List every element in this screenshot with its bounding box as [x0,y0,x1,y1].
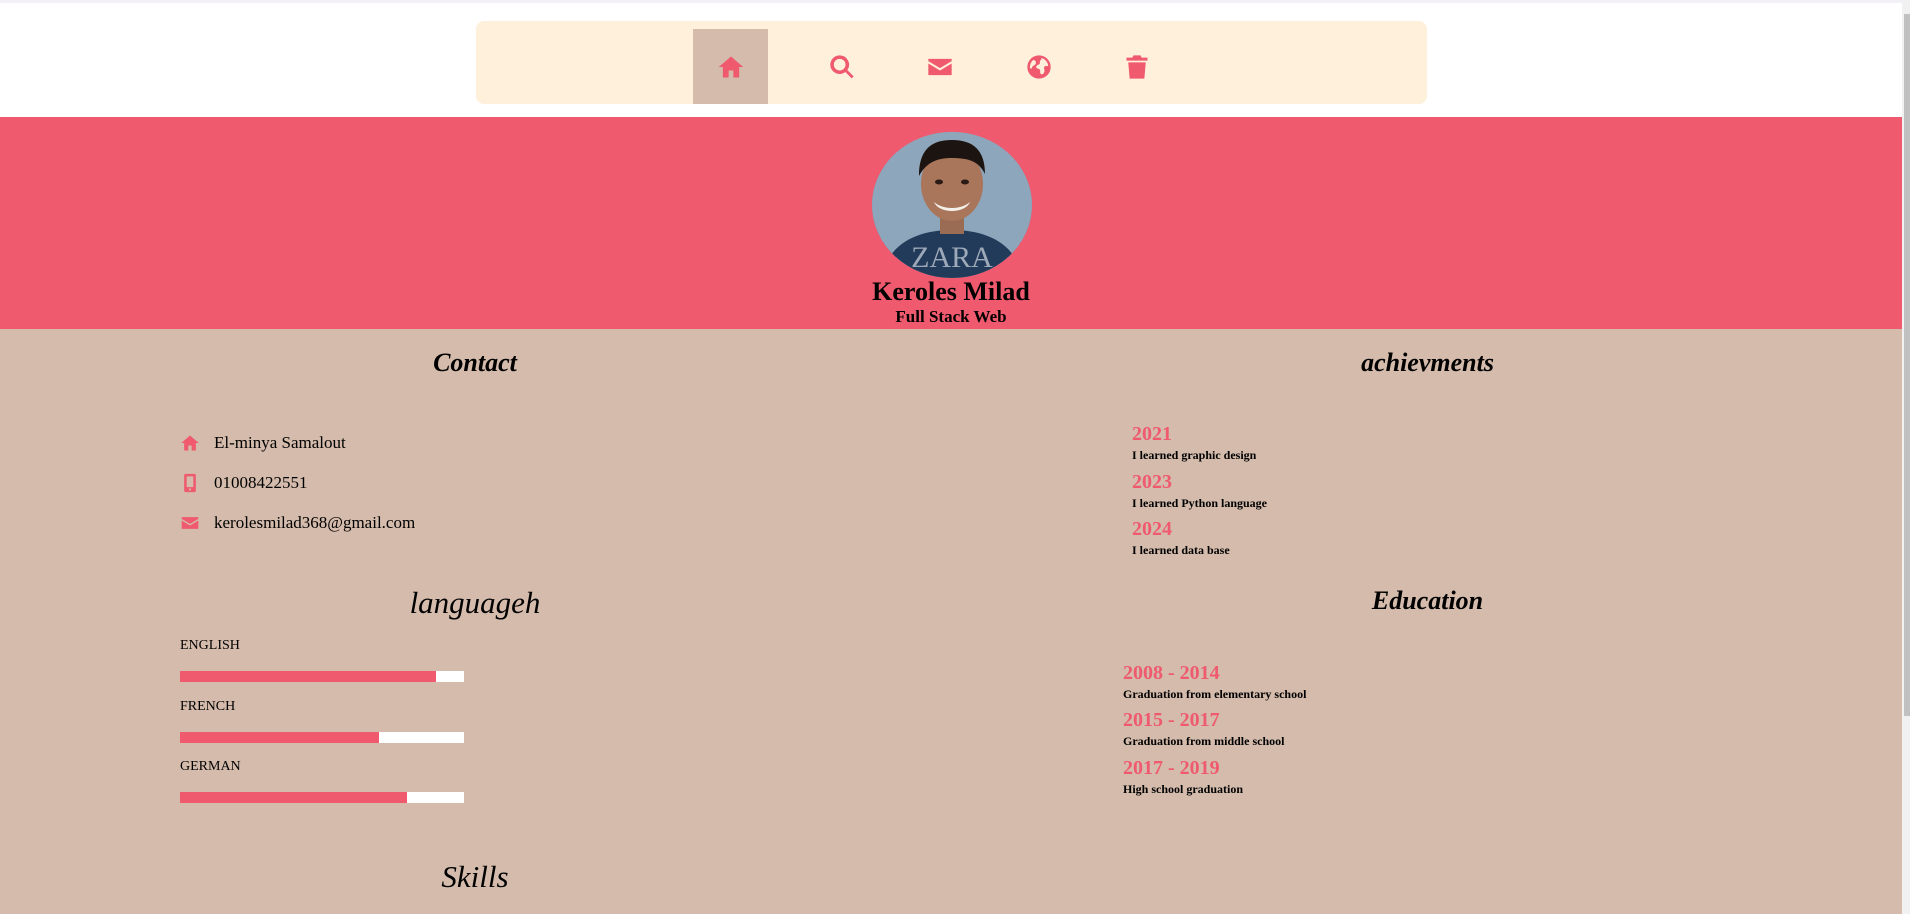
education-years: 2008 - 2014 [1123,662,1220,684]
scrollbar-thumb[interactable] [1904,14,1910,716]
nav-home[interactable] [693,29,768,104]
language-bar-fill [180,732,379,743]
achievements-heading: achievments [1361,348,1494,377]
achievement-year: 2024 [1132,518,1172,540]
profile-role: Full Stack Web [895,307,1007,326]
avatar: ZARA [872,132,1032,278]
envelope-icon [927,58,952,75]
nav-search[interactable] [804,29,879,104]
education-text: High school graduation [1123,782,1244,796]
language-label-english: ENGLISH [180,638,240,653]
profile-name: Keroles Milad [872,277,1030,306]
profile-header: ZARA Keroles Milad Full Stack Web [0,117,1902,329]
nav-trash[interactable] [1099,29,1174,104]
search-icon [829,54,854,78]
language-label-french: FRENCH [180,699,236,714]
education-text: Graduation from elementary school [1123,687,1307,701]
languages-heading: languageh [409,585,541,620]
language-bar-english [180,671,464,682]
email-text: kerolesmilad368@gmail.com [214,513,416,532]
contact-phone: 01008422551 [180,473,308,493]
language-bar-fill [180,671,436,682]
language-bar-german [180,792,464,803]
achievement-year: 2023 [1132,471,1172,493]
envelope-icon [181,517,199,529]
language-label-german: GERMAN [180,759,241,774]
home-icon [181,435,199,451]
education-years: 2017 - 2019 [1123,757,1220,779]
nav-globe[interactable] [1001,29,1076,104]
mobile-phone-icon [184,473,196,493]
language-bar-fill [180,792,408,803]
language-bar-french [180,732,464,743]
education-heading: Education [1371,586,1484,615]
trash-icon [1126,54,1147,79]
phone-text: 01008422551 [214,473,308,492]
svg-text:ZARA: ZARA [911,241,993,274]
achievement-text: I learned data base [1132,543,1230,557]
skills-heading: Skills [441,859,509,894]
home-icon [718,56,743,77]
nav-mail[interactable] [902,29,977,104]
contact-address: El-minya Samalout [180,433,346,453]
globe-icon [1026,54,1051,79]
achievement-text: I learned Python language [1132,496,1268,510]
contact-heading: Contact [433,348,517,377]
achievement-year: 2021 [1132,423,1172,445]
address-text: El-minya Samalout [214,433,346,452]
nav-bar [476,21,1427,104]
top-bar [0,0,1902,117]
education-text: Graduation from middle school [1123,734,1285,748]
achievement-text: I learned graphic design [1132,448,1257,462]
contact-email: kerolesmilad368@gmail.com [180,513,415,533]
education-years: 2015 - 2017 [1123,709,1220,731]
